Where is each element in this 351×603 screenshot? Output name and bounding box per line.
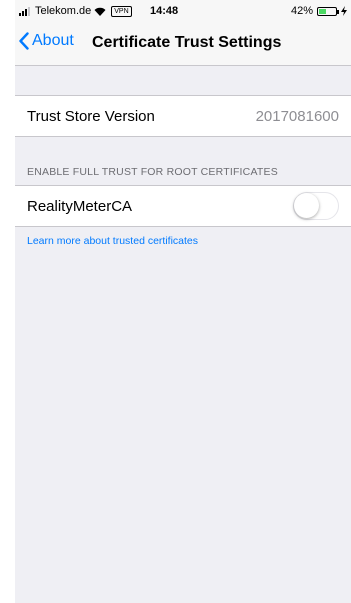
back-button[interactable]: About	[19, 32, 74, 50]
status-bar: Telekom.de VPN 14:48 42%	[15, 0, 351, 22]
section-header-root-certificates: ENABLE FULL TRUST FOR ROOT CERTIFICATES	[27, 166, 278, 178]
wifi-icon	[94, 7, 106, 16]
status-left: Telekom.de VPN	[19, 5, 132, 17]
trust-store-version-row: Trust Store Version 2017081600	[15, 96, 351, 136]
toggle-knob	[294, 193, 319, 218]
divider	[15, 226, 351, 227]
battery-tip	[337, 9, 339, 14]
full-trust-toggle[interactable]	[293, 192, 339, 220]
signal-icon	[19, 6, 30, 16]
settings-screen: Telekom.de VPN 14:48 42% About Certifica…	[15, 0, 351, 603]
back-label: About	[32, 32, 74, 49]
carrier-label: Telekom.de	[35, 5, 92, 17]
learn-more-link[interactable]: Learn more about trusted certificates	[27, 235, 198, 247]
status-time: 14:48	[150, 5, 179, 17]
page-title: Certificate Trust Settings	[92, 34, 282, 51]
charging-icon	[341, 6, 347, 16]
trust-store-version-label: Trust Store Version	[27, 108, 155, 125]
battery-fill	[319, 8, 326, 14]
battery-icon	[317, 6, 339, 16]
divider	[15, 136, 351, 137]
vpn-badge: VPN	[111, 5, 132, 17]
certificate-row: RealityMeterCA	[15, 186, 351, 226]
chevron-left-icon	[19, 32, 29, 50]
status-right: 42%	[291, 5, 347, 17]
certificate-label: RealityMeterCA	[27, 198, 133, 215]
trust-store-version-value: 2017081600	[255, 108, 339, 125]
battery-percent: 42%	[290, 5, 313, 17]
navigation-bar: About Certificate Trust Settings	[15, 22, 351, 66]
